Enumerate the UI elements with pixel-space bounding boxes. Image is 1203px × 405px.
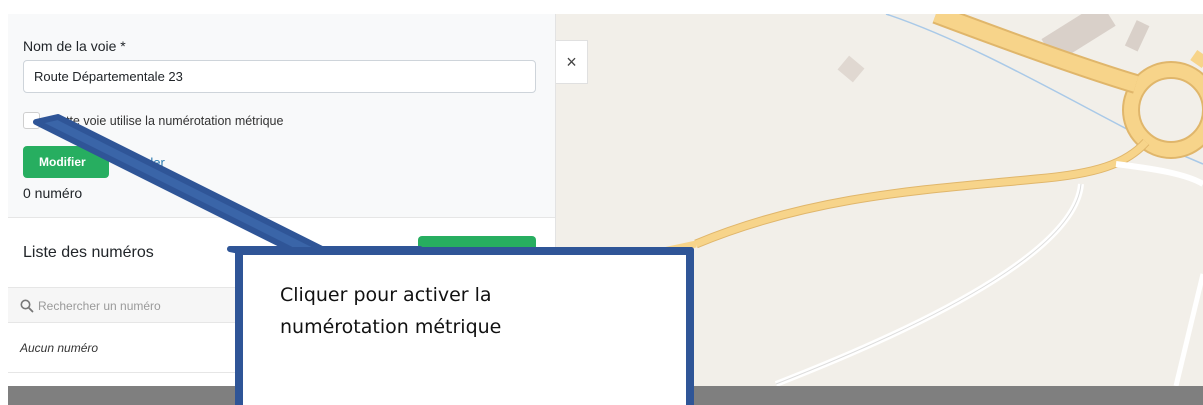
metric-numbering-checkbox[interactable] — [23, 112, 40, 129]
empty-list-text: Aucun numéro — [20, 341, 99, 355]
search-icon — [20, 299, 34, 313]
street-name-input[interactable] — [23, 60, 536, 93]
close-icon[interactable]: × — [556, 40, 588, 84]
street-edit-form: Nom de la voie * Cette voie utilise la n… — [8, 14, 555, 218]
annotation-callout: Cliquer pour activer la numérotation mét… — [235, 247, 694, 405]
metric-numbering-label[interactable]: Cette voie utilise la numérotation métri… — [50, 114, 283, 128]
number-count: 0 numéro — [23, 185, 83, 201]
cancel-link[interactable]: Annuler — [120, 155, 165, 170]
numbers-list-title: Liste des numéros — [23, 244, 154, 261]
callout-text: Cliquer pour activer la numérotation mét… — [280, 284, 502, 338]
street-name-label: Nom de la voie * — [23, 38, 126, 54]
modify-button[interactable]: Modifier — [23, 146, 109, 178]
